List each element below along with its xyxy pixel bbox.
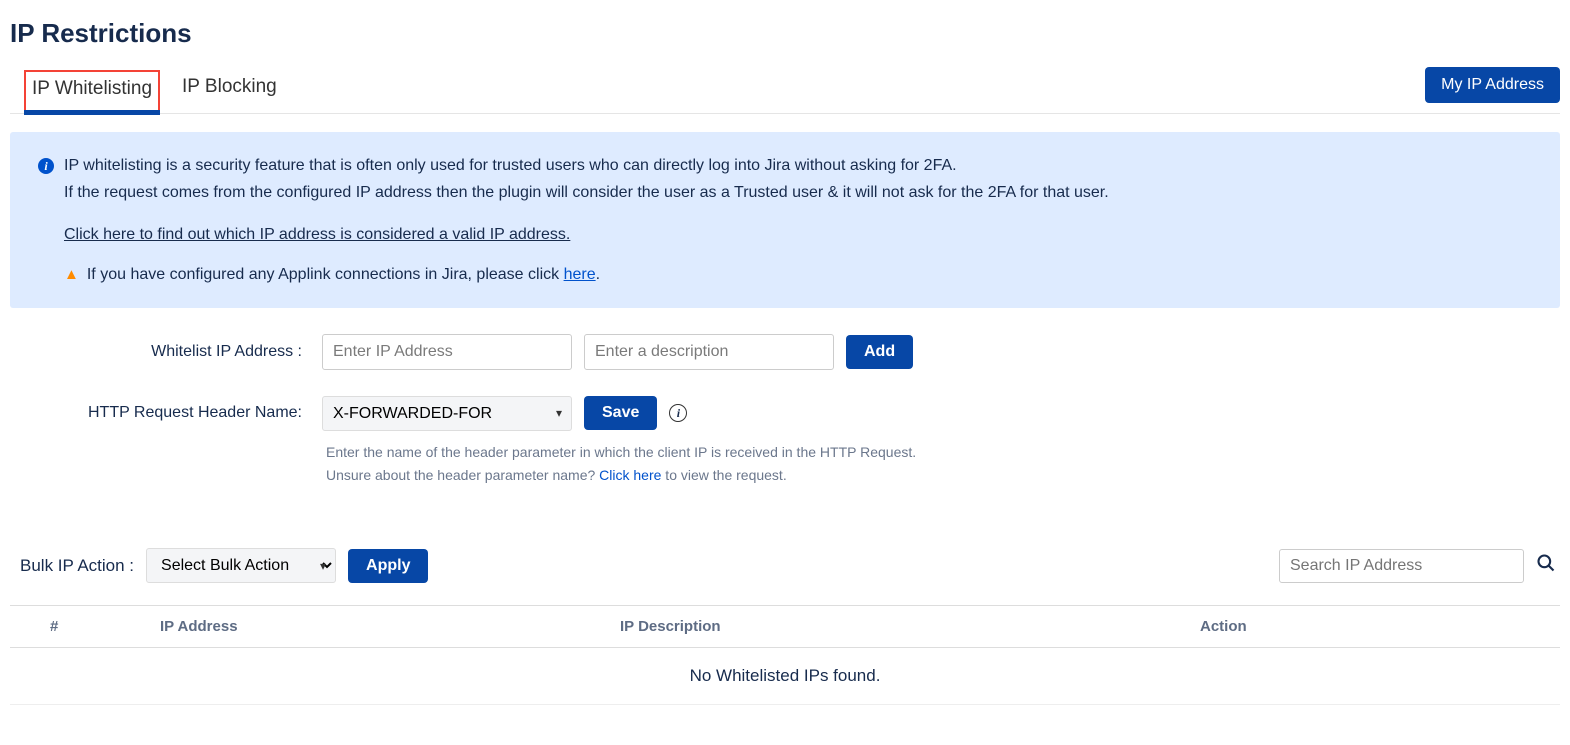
search-button[interactable] bbox=[1532, 549, 1560, 583]
search-icon bbox=[1536, 553, 1556, 573]
page-title: IP Restrictions bbox=[10, 18, 1560, 49]
bulk-action-select[interactable]: Select Bulk Action bbox=[146, 548, 336, 583]
my-ip-address-button[interactable]: My IP Address bbox=[1425, 67, 1560, 103]
col-header-ip: IP Address bbox=[160, 618, 620, 635]
warning-icon: ▲ bbox=[64, 266, 79, 283]
tab-bar: IP Whitelisting IP Blocking My IP Addres… bbox=[10, 67, 1560, 114]
table-empty-message: No Whitelisted IPs found. bbox=[10, 648, 1560, 705]
info-icon: i bbox=[38, 158, 54, 174]
http-header-select[interactable]: X-FORWARDED-FOR bbox=[322, 396, 572, 431]
ip-description-input[interactable] bbox=[584, 334, 834, 370]
info-text-line2: If the request comes from the configured… bbox=[64, 181, 1109, 206]
ip-address-input[interactable] bbox=[322, 334, 572, 370]
col-header-action: Action bbox=[1200, 618, 1560, 635]
search-ip-input[interactable] bbox=[1279, 549, 1524, 583]
http-header-label: HTTP Request Header Name: bbox=[10, 404, 310, 422]
info-tooltip-icon[interactable]: i bbox=[669, 404, 687, 422]
add-button[interactable]: Add bbox=[846, 335, 913, 369]
tab-ip-blocking[interactable]: IP Blocking bbox=[176, 70, 283, 110]
ip-table: # IP Address IP Description Action No Wh… bbox=[10, 605, 1560, 705]
col-header-desc: IP Description bbox=[620, 618, 1200, 635]
bulk-action-label: Bulk IP Action : bbox=[20, 556, 134, 576]
applink-here-link[interactable]: here bbox=[564, 266, 596, 283]
header-help-text: Enter the name of the header parameter i… bbox=[326, 441, 1560, 489]
applink-warning-text: If you have configured any Applink conne… bbox=[87, 266, 600, 284]
click-here-link[interactable]: Click here bbox=[599, 467, 661, 483]
apply-button[interactable]: Apply bbox=[348, 549, 428, 583]
save-button[interactable]: Save bbox=[584, 396, 657, 430]
tab-ip-whitelisting[interactable]: IP Whitelisting bbox=[24, 70, 160, 110]
info-panel: i IP whitelisting is a security feature … bbox=[10, 132, 1560, 308]
col-header-num: # bbox=[10, 618, 160, 635]
valid-ip-link[interactable]: Click here to find out which IP address … bbox=[64, 226, 1109, 244]
whitelist-ip-label: Whitelist IP Address : bbox=[10, 343, 310, 361]
info-text-line1: IP whitelisting is a security feature th… bbox=[64, 154, 1109, 179]
